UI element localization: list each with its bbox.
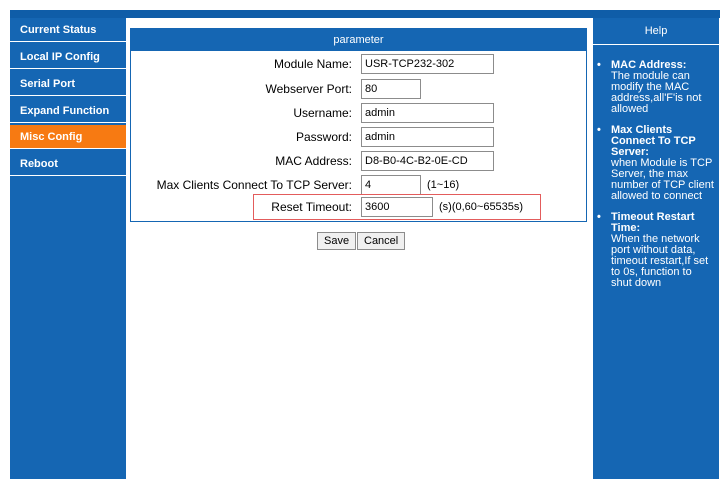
sidebar-item-reboot[interactable]: Reboot [10,152,126,176]
help-panel: Help • MAC Address: The module can modif… [593,18,719,479]
mac-address-label: MAC Address: [275,154,352,168]
password-input[interactable] [361,127,494,147]
webserver-port-row: Webserver Port: [131,78,586,100]
mac-address-row: MAC Address: [131,150,586,172]
help-item-desc: When the network port without data, time… [611,233,709,289]
sidebar-item-local-ip-config[interactable]: Local IP Config [10,45,126,69]
reset-timeout-label: Reset Timeout: [271,200,352,214]
panel-title: parameter [131,29,586,51]
help-bullet: • [597,59,601,71]
help-item-desc: The module can modify the MAC address,al… [611,70,702,115]
help-bullet: • [597,124,601,136]
reset-timeout-hint: (s)(0,60~65535s) [439,201,524,213]
webserver-port-input[interactable] [361,79,421,99]
top-bar [10,10,720,18]
module-name-label: Module Name: [273,57,352,71]
reset-timeout-input[interactable] [361,197,433,217]
parameter-panel: parameter Module Name: Webserver Port: U… [130,28,587,222]
sidebar-nav: Current Status Local IP Config Serial Po… [10,18,126,479]
max-clients-hint: (1~16) [427,179,460,191]
cancel-button[interactable]: Cancel [357,232,406,250]
help-item-max-clients: • Max Clients Connect To TCP Server: whe… [593,125,719,202]
sidebar-item-serial-port[interactable]: Serial Port [10,72,126,96]
help-list: • MAC Address: The module can modify the… [593,60,719,299]
sidebar-item-misc-config[interactable]: Misc Config [10,125,126,149]
help-item-head: Max Clients Connect To TCP Server: [611,124,696,158]
help-item-head: Timeout Restart Time: [611,211,695,234]
help-item-mac-address: • MAC Address: The module can modify the… [593,60,719,115]
mac-address-input[interactable] [361,151,494,171]
help-item-desc: when Module is TCP Server, the max numbe… [611,157,714,202]
max-clients-input[interactable] [361,175,421,195]
module-name-input[interactable] [361,54,494,74]
username-row: Username: [131,102,586,124]
username-input[interactable] [361,103,494,123]
sidebar-item-expand-function[interactable]: Expand Function [10,99,126,123]
webserver-port-label: Webserver Port: [265,82,352,96]
reset-timeout-row: Reset Timeout: (s)(0,60~65535s) [131,196,586,218]
module-name-row: Module Name: [131,53,586,75]
password-label: Password: [295,130,352,144]
sidebar-item-current-status[interactable]: Current Status [10,18,126,42]
help-item-timeout-restart: • Timeout Restart Time: When the network… [593,212,719,289]
help-bullet: • [597,211,601,223]
max-clients-row: Max Clients Connect To TCP Server: (1~16… [131,174,586,196]
password-row: Password: [131,126,586,148]
max-clients-label: Max Clients Connect To TCP Server: [156,178,352,192]
save-button[interactable]: Save [317,232,357,250]
username-label: Username: [293,106,352,120]
help-title: Help [593,18,719,45]
